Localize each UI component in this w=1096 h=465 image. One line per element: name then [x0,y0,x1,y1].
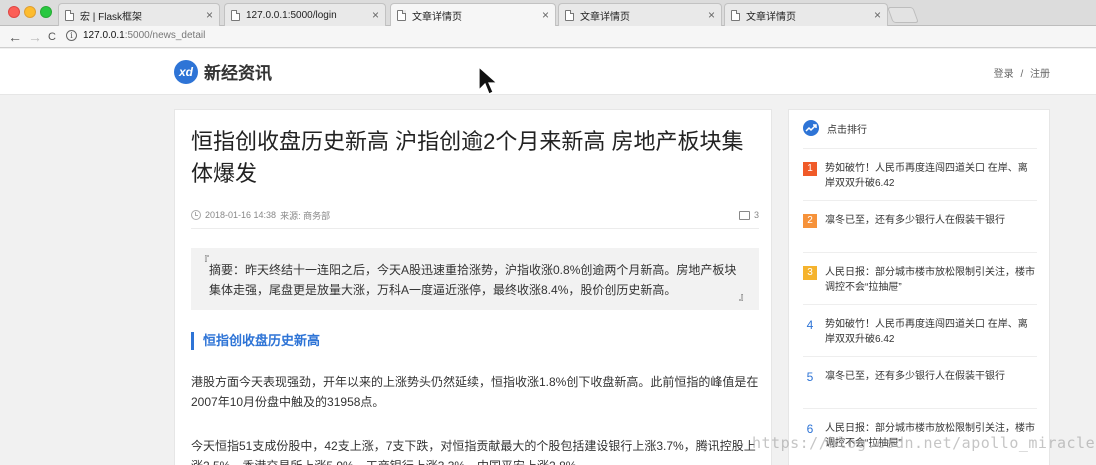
article-meta: 2018-01-16 14:38 来源: 商务部 3 [191,206,759,224]
trending-chart-icon [803,120,819,136]
rank-number-badge: 3 [803,266,817,280]
tab-label: 文章详情页 [580,11,630,23]
new-tab-button[interactable] [887,7,919,23]
url-field[interactable]: i 127.0.0.1:5000/news_detail [66,30,205,41]
comment-count[interactable]: 3 [754,210,759,220]
info-icon[interactable]: i [66,30,77,41]
quote-close-mark: 』 [739,292,749,303]
article-source: 来源: 商务部 [280,210,331,221]
forward-arrow-icon[interactable]: → [28,28,42,46]
watermark: https://blog.csdn.net/apollo_miracle [752,434,1096,452]
rank-number-badge: 1 [803,162,817,176]
user-links: 登录 / 注册 [994,65,1050,80]
document-icon [731,9,740,21]
article-paragraph: 港股方面今天表现强劲，开年以来的上涨势头仍然延续，恒指收涨1.8%创下收盘新高。… [191,375,759,409]
browser-tab-login[interactable]: 127.0.0.1:5000/login × [224,3,386,26]
section-heading: 恒指创收盘历史新高 [191,332,320,350]
ranking-item[interactable]: 3 人民日报：部分城市楼市放松限制引关注，楼市调控不会“拉抽屉” [803,252,1037,304]
summary-text: 摘要：昨天终结十一连阳之后，今天A股迅速重拾涨势，沪指收涨0.8%创逾两个月新高… [209,263,737,297]
article-card: 恒指创收盘历史新高 沪指创逾2个月来新高 房地产板块集体爆发 2018-01-1… [174,109,772,465]
clock-icon [191,210,201,220]
reload-icon[interactable]: C [48,28,56,46]
article-date: 2018-01-16 14:38 [205,210,277,220]
tab-label: 127.0.0.1:5000/login [246,9,337,21]
quote-open-mark: 『 [199,256,209,267]
browser-tab-bar: 宏 | Flask框架 × 127.0.0.1:5000/login × 文章详… [0,0,1096,26]
address-bar: ← → C i 127.0.0.1:5000/news_detail [0,26,1096,48]
tab-label: 宏 | Flask框架 [80,11,143,23]
tab-close-icon[interactable]: × [206,8,213,22]
link-separator: / [1020,69,1024,80]
tab-close-icon[interactable]: × [708,8,715,22]
ranking-item-title[interactable]: 势如破竹！人民币再度连闯四道关口 在岸、离岸双双升破6.42 [825,317,1037,347]
article-paragraph: 今天恒指51支成份股中，42支上涨，7支下跌，对恒指贡献最大的个股包括建设银行上… [191,439,756,465]
article-summary: 『 摘要：昨天终结十一连阳之后，今天A股迅速重拾涨势，沪指收涨0.8%创逾两个月… [191,248,759,310]
tab-close-icon[interactable]: × [874,8,881,22]
window-close-button[interactable] [8,6,20,18]
document-icon [65,9,74,21]
ranking-header: 点击排行 [803,120,867,136]
comment-icon[interactable] [738,210,750,220]
ranking-item-title[interactable]: 凛冬已至，还有多少银行人在假装干银行 [825,369,1005,384]
logo-text: 新经资讯 [204,64,272,84]
ranking-item-title[interactable]: 凛冬已至，还有多少银行人在假装干银行 [825,213,1005,228]
login-link[interactable]: 登录 [994,69,1014,80]
tab-label: 文章详情页 [412,11,462,23]
window-minimize-button[interactable] [24,6,36,18]
browser-tab-news-detail-active[interactable]: 文章详情页 × [390,3,556,26]
document-icon [565,9,574,21]
ranking-item[interactable]: 4 势如破竹！人民币再度连闯四道关口 在岸、离岸双双升破6.42 [803,304,1037,356]
site-logo[interactable]: xd 新经资讯 [174,59,272,84]
window-zoom-button[interactable] [40,6,52,18]
url-path: :5000/news_detail [124,30,206,41]
ranking-list: 1 势如破竹！人民币再度连闯四道关口 在岸、离岸双双升破6.42 2 凛冬已至，… [803,148,1037,460]
divider [191,228,759,229]
logo-mark-icon: xd [174,59,198,84]
tab-close-icon[interactable]: × [542,8,549,22]
tab-label: 文章详情页 [746,11,796,23]
register-link[interactable]: 注册 [1030,69,1050,80]
site-header: xd 新经资讯 登录 / 注册 [0,49,1096,95]
ranking-item[interactable]: 5 凛冬已至，还有多少银行人在假装干银行 [803,356,1037,408]
url-host: 127.0.0.1 [83,30,125,41]
ranking-item[interactable]: 2 凛冬已至，还有多少银行人在假装干银行 [803,200,1037,252]
browser-tab-news-detail[interactable]: 文章详情页 × [724,3,888,26]
browser-tab-flask[interactable]: 宏 | Flask框架 × [58,3,220,26]
ranking-title: 点击排行 [827,124,867,136]
mouse-cursor-icon [478,66,498,95]
ranking-item[interactable]: 1 势如破竹！人民币再度连闯四道关口 在岸、离岸双双升破6.42 [803,148,1037,200]
article-title: 恒指创收盘历史新高 沪指创逾2个月来新高 房地产板块集体爆发 [191,129,744,186]
document-icon [397,9,406,21]
rank-number: 4 [806,318,814,332]
page-content: xd 新经资讯 登录 / 注册 恒指创收盘历史新高 沪指创逾2个月来新高 房地产… [0,49,1096,465]
document-icon [231,9,240,21]
rank-number: 5 [806,370,814,384]
click-ranking-panel: 点击排行 1 势如破竹！人民币再度连闯四道关口 在岸、离岸双双升破6.42 2 … [788,109,1050,465]
ranking-item-title[interactable]: 势如破竹！人民币再度连闯四道关口 在岸、离岸双双升破6.42 [825,161,1037,191]
rank-number-badge: 2 [803,214,817,228]
browser-tab-news-detail[interactable]: 文章详情页 × [558,3,722,26]
back-arrow-icon[interactable]: ← [8,28,22,46]
ranking-item-title[interactable]: 人民日报：部分城市楼市放松限制引关注，楼市调控不会“拉抽屉” [825,265,1037,295]
tab-close-icon[interactable]: × [372,8,379,22]
